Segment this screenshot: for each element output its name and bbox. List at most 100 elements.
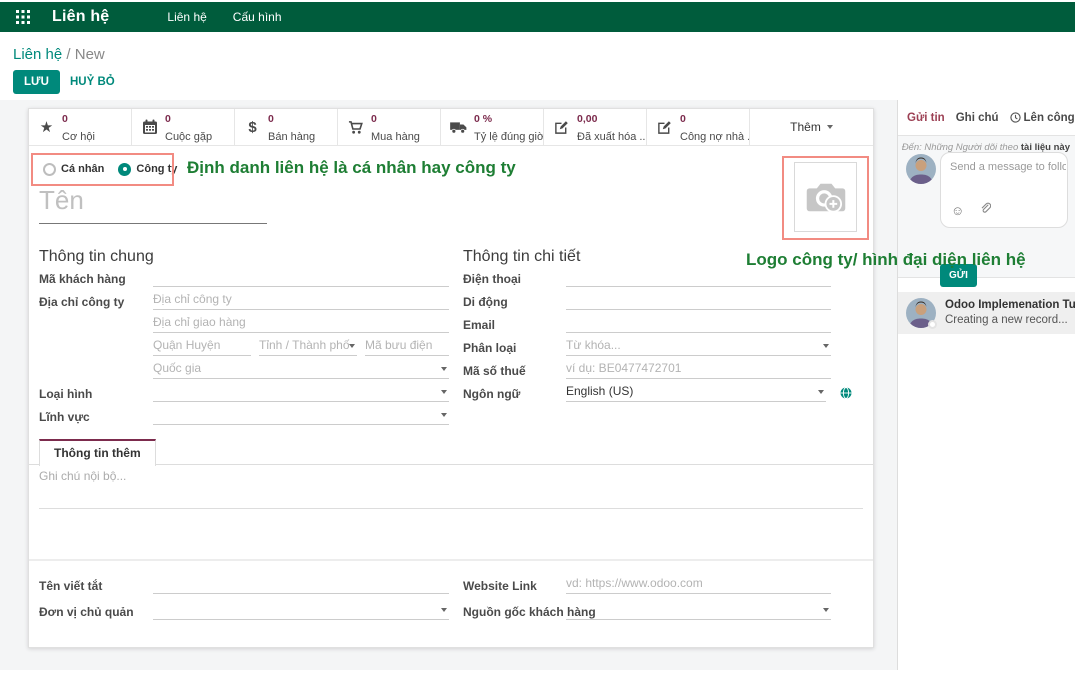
country-placeholder: Quốc gia (153, 361, 201, 375)
chevron-down-icon (349, 344, 355, 348)
app-title: Liên hệ (52, 8, 109, 26)
tags-label: Phân loại (463, 341, 516, 355)
street2-input[interactable] (153, 315, 449, 333)
company-kind-select[interactable] (153, 384, 449, 402)
stat-value: 0,00 (577, 113, 597, 125)
top-navbar: Liên hệ Liên hệ Cấu hình (0, 2, 1075, 32)
stat-label: Cơ hội (62, 131, 95, 143)
save-button[interactable]: LƯU (13, 70, 60, 94)
email-input[interactable] (566, 315, 831, 333)
content-background: ★ 0 Cơ hội 0 Cuộc gặp $ 0 Bán hàng (0, 100, 897, 670)
tab-schedule-activity-label: Lên công việc (1024, 112, 1075, 124)
vat-label: Mã số thuế (463, 364, 526, 378)
camera-plus-icon (804, 179, 848, 216)
stat-opportunities[interactable]: ★ 0 Cơ hội (29, 109, 132, 145)
calendar-icon (141, 119, 158, 135)
chevron-down-icon (441, 413, 447, 417)
add-photo-button[interactable] (794, 162, 857, 232)
message-input[interactable] (950, 161, 1066, 173)
chevron-down-icon (441, 367, 447, 371)
parent-company-select[interactable] (153, 602, 449, 620)
customer-source-select[interactable] (566, 602, 831, 620)
customer-code-input[interactable] (153, 269, 449, 287)
stat-label: Mua hàng (371, 131, 420, 143)
nav-menu-configuration[interactable]: Cấu hình (233, 10, 282, 24)
paperclip-icon[interactable] (979, 201, 991, 219)
star-icon: ★ (38, 118, 55, 136)
tags-placeholder: Từ khóa... (566, 338, 621, 352)
apps-menu-icon[interactable] (16, 10, 30, 24)
chevron-down-icon (823, 608, 829, 612)
mobile-label: Di động (463, 295, 508, 309)
nav-menus: Liên hệ Cấu hình (167, 10, 281, 24)
stat-purchases[interactable]: 0 Mua hàng (338, 109, 441, 145)
stat-vendor-payable[interactable]: 0 Công nợ nhà ... (647, 109, 750, 145)
stat-value: 0 (165, 113, 171, 125)
notebook-tab-strip: Thông tin thêm (29, 439, 873, 465)
radio-individual-label: Cá nhân (61, 163, 104, 175)
stat-sales[interactable]: $ 0 Bán hàng (235, 109, 338, 145)
language-label: Ngôn ngữ (463, 387, 520, 401)
radio-company[interactable]: Công ty (118, 163, 177, 176)
edit-icon (553, 120, 570, 135)
tags-select[interactable]: Từ khóa... (566, 338, 831, 356)
nav-menu-contacts[interactable]: Liên hệ (167, 10, 206, 24)
breadcrumb: Liên hệ / New (13, 46, 105, 63)
tab-send-message[interactable]: Gửi tin (907, 112, 945, 124)
internal-notes-textarea[interactable] (39, 469, 863, 509)
tab-log-note[interactable]: Ghi chú (956, 112, 999, 124)
chevron-down-icon (827, 125, 833, 129)
city-input[interactable] (153, 338, 251, 356)
website-label: Website Link (463, 579, 537, 593)
mobile-input[interactable] (566, 292, 831, 310)
vat-input[interactable] (566, 361, 831, 379)
recipients-prefix: Đến: (902, 142, 922, 153)
chevron-down-icon (441, 390, 447, 394)
emoji-icon[interactable]: ☺ (951, 204, 964, 217)
website-input[interactable] (566, 576, 831, 594)
radio-company-label: Công ty (136, 163, 177, 175)
globe-icon[interactable] (840, 386, 852, 404)
company-kind-label: Loại hình (39, 387, 92, 401)
language-select[interactable]: English (US) (566, 384, 826, 402)
chatter-message[interactable]: Odoo Implemenation Tung - 2 p Creating a… (898, 292, 1075, 334)
stat-invoiced[interactable]: 0,00 Đã xuất hóa ... (544, 109, 647, 145)
country-select[interactable]: Quốc gia (153, 361, 449, 379)
contact-form: ★ 0 Cơ hội 0 Cuộc gặp $ 0 Bán hàng (28, 108, 874, 648)
short-name-input[interactable] (153, 576, 449, 594)
composer-icons: ☺ (951, 201, 991, 219)
stat-label: Đã xuất hóa ... (577, 131, 646, 143)
name-input[interactable] (39, 185, 267, 224)
radio-individual[interactable]: Cá nhân (43, 163, 104, 176)
stat-value: 0 (62, 113, 68, 125)
dollar-icon: $ (244, 119, 261, 136)
stat-meetings[interactable]: 0 Cuộc gặp (132, 109, 235, 145)
radio-circle-icon (43, 163, 56, 176)
page: Liên hệ Liên hệ Cấu hình Liên hệ / New L… (0, 0, 1075, 687)
street-input[interactable] (153, 292, 449, 310)
state-placeholder: Tỉnh / Thành phố (259, 338, 350, 352)
breadcrumb-parent[interactable]: Liên hệ (13, 46, 62, 63)
stat-on-time-rate[interactable]: 0 % Tỷ lệ đúng giờ (441, 109, 544, 145)
phone-input[interactable] (566, 269, 831, 287)
zip-input[interactable] (365, 338, 449, 356)
edit-icon (656, 120, 673, 135)
industry-label: Lĩnh vực (39, 410, 90, 424)
tab-extra-info[interactable]: Thông tin thêm (39, 439, 156, 466)
truck-icon (450, 121, 467, 134)
tab-schedule-activity[interactable]: Lên công việc (1010, 112, 1075, 124)
section-divider (29, 559, 873, 561)
state-select[interactable]: Tỉnh / Thành phố (259, 338, 357, 356)
stat-value: 0 (371, 113, 377, 125)
current-user-avatar (906, 154, 936, 184)
message-author-avatar (906, 298, 936, 328)
chatter-panel: Gửi tin Ghi chú Lên công việc Đến: Những… (897, 100, 1075, 670)
more-stats-button[interactable]: Thêm (750, 109, 873, 145)
discard-button[interactable]: HUỶ BỎ (60, 70, 125, 94)
language-value: English (US) (566, 384, 633, 398)
stat-label: Bán hàng (268, 131, 315, 143)
short-name-label: Tên viết tắt (39, 579, 102, 593)
annotation-logo-note: Logo công ty/ hình đại diện liên hệ (746, 250, 1026, 270)
customer-code-label: Mã khách hàng (39, 272, 126, 286)
industry-select[interactable] (153, 407, 449, 425)
